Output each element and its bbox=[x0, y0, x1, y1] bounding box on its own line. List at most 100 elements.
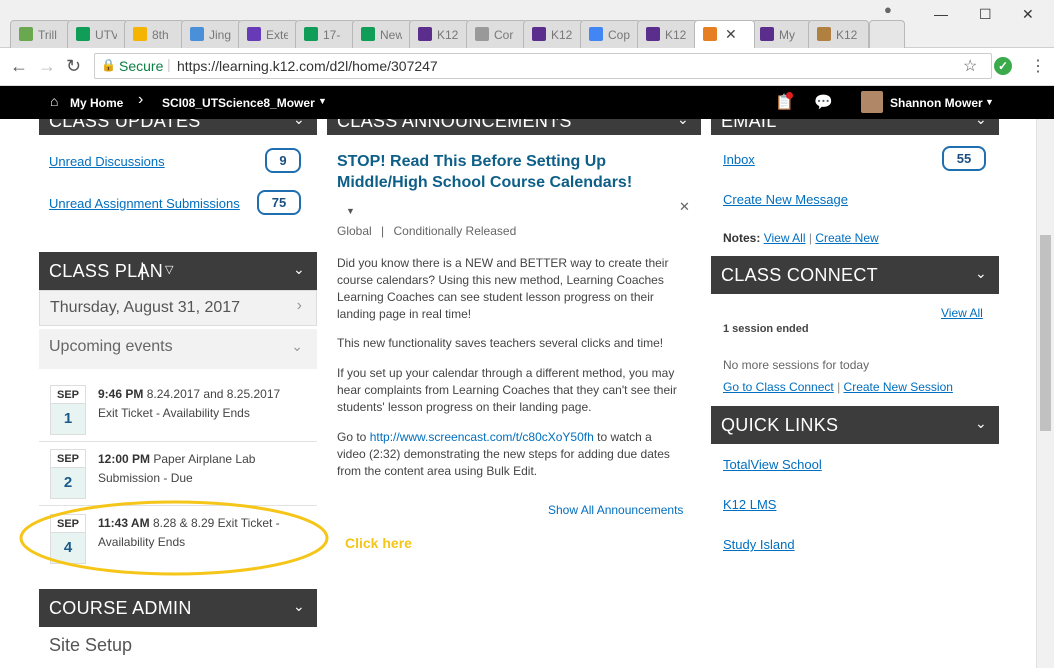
home-icon[interactable]: ⌂ bbox=[50, 93, 58, 109]
chevron-down-icon[interactable]: ⌄ bbox=[293, 261, 305, 278]
announcements-menu-icon[interactable]: ▽ bbox=[553, 119, 562, 122]
tab-title: Cop bbox=[608, 28, 630, 42]
quick-links-title: QUICK LINKS bbox=[721, 415, 839, 435]
chevron-down-icon[interactable]: ⌄ bbox=[677, 119, 689, 128]
dismiss-icon[interactable]: ✕ bbox=[679, 199, 690, 215]
sessions-ended: 1 session ended bbox=[723, 323, 809, 335]
bookmark-star-icon[interactable]: ☆ bbox=[963, 56, 977, 76]
quick-link-totalview[interactable]: TotalView School bbox=[723, 457, 822, 472]
browser-tab[interactable]: 8th bbox=[124, 20, 185, 48]
browser-tab[interactable]: K12 bbox=[808, 20, 869, 48]
meta-release: Conditionally Released bbox=[393, 224, 517, 238]
address-row: ← → ↻ 🔒 Secure | https://learning.k12.co… bbox=[0, 48, 1054, 86]
tab-title: UTV bbox=[95, 28, 117, 42]
browser-tab[interactable]: Exte bbox=[238, 20, 299, 48]
event-item[interactable]: 9:46 PM 8.24.2017 and 8.25.2017 Exit Tic… bbox=[98, 385, 313, 423]
chevron-down-icon[interactable]: ⌄ bbox=[975, 119, 987, 128]
close-tab-icon[interactable]: ✕ bbox=[725, 26, 737, 43]
weebly-icon bbox=[190, 27, 204, 41]
create-session-link[interactable]: Create New Session bbox=[844, 380, 953, 394]
create-message-link[interactable]: Create New Message bbox=[723, 192, 848, 207]
browser-tab[interactable]: K12 bbox=[523, 20, 584, 48]
event-title-line2: Submission - Due bbox=[98, 471, 193, 485]
forward-icon[interactable]: → bbox=[38, 56, 56, 77]
notes-view-all-link[interactable]: View All bbox=[764, 231, 806, 245]
chevron-right-icon[interactable]: › bbox=[297, 297, 302, 315]
chevron-down-icon[interactable]: ⌄ bbox=[975, 265, 987, 282]
scrollbar-thumb[interactable] bbox=[1040, 235, 1051, 431]
show-all-announcements-link[interactable]: Show All Announcements bbox=[548, 503, 683, 517]
tab-title: 8th bbox=[152, 28, 169, 42]
user-dropdown-icon[interactable]: ▼ bbox=[985, 97, 994, 107]
breadcrumb-chevron-icon: › bbox=[138, 91, 144, 108]
highlight-ellipse bbox=[19, 500, 329, 576]
course-selector[interactable]: SCI08_UTScience8_Mower bbox=[162, 96, 315, 110]
browser-tab[interactable]: 17- bbox=[295, 20, 356, 48]
no-more-sessions: No more sessions for today bbox=[723, 358, 870, 372]
k12-icon bbox=[646, 27, 660, 41]
notes-label: Notes: bbox=[723, 231, 761, 245]
class-plan-menu-icon[interactable]: ▽ bbox=[165, 263, 174, 276]
announcement-paragraph-2: This new functionality saves teachers se… bbox=[337, 336, 664, 350]
extension-check-icon[interactable]: ✓ bbox=[994, 57, 1012, 75]
site-setup-label[interactable]: Site Setup bbox=[49, 635, 132, 656]
vertical-scrollbar[interactable] bbox=[1036, 119, 1054, 668]
browser-tab[interactable]: K12 bbox=[637, 20, 698, 48]
profile-icon[interactable]: ● bbox=[884, 2, 892, 17]
tab-title: K12 bbox=[551, 28, 573, 42]
avatar[interactable] bbox=[861, 91, 883, 113]
browser-tab[interactable]: K12 bbox=[409, 20, 470, 48]
browser-tab[interactable]: Trill bbox=[10, 20, 71, 48]
browser-tab[interactable]: Jing bbox=[181, 20, 242, 48]
chevron-down-icon[interactable]: ⌄ bbox=[293, 598, 305, 615]
back-icon[interactable]: ← bbox=[10, 56, 28, 77]
go-to-class-connect-link[interactable]: Go to Class Connect bbox=[723, 380, 834, 394]
page-icon bbox=[475, 27, 489, 41]
chevron-down-icon[interactable]: ⌄ bbox=[293, 119, 305, 128]
inbox-badge[interactable]: 55 bbox=[942, 146, 986, 171]
chevron-down-icon[interactable]: ⌄ bbox=[291, 338, 303, 355]
reload-icon[interactable]: ↻ bbox=[66, 56, 81, 77]
screencast-link[interactable]: http://www.screencast.com/t/c80cXoY50fh bbox=[370, 430, 594, 444]
browser-tab[interactable]: ✕ bbox=[694, 20, 755, 48]
sheets-icon bbox=[76, 27, 90, 41]
user-menu[interactable]: Shannon Mower bbox=[890, 96, 983, 110]
browser-tab[interactable]: New bbox=[352, 20, 413, 48]
inbox-link[interactable]: Inbox bbox=[723, 152, 755, 167]
browser-tab[interactable]: Cop bbox=[580, 20, 641, 48]
my-home-link[interactable]: My Home bbox=[70, 96, 123, 110]
minimize-icon[interactable]: — bbox=[934, 6, 948, 22]
announcements-header: CLASS ANNOUNCEMENTS ▽ ⌄ bbox=[327, 119, 701, 135]
sheets-icon bbox=[361, 27, 375, 41]
tab-title: Jing bbox=[209, 28, 231, 42]
maximize-icon[interactable]: ☐ bbox=[979, 6, 992, 23]
new-tab-button[interactable] bbox=[869, 20, 905, 48]
browser-tab[interactable]: UTV bbox=[67, 20, 128, 48]
event-date-badge: SEP 1 bbox=[50, 385, 86, 435]
event-day: 1 bbox=[63, 410, 73, 427]
browser-tab[interactable]: Cor bbox=[466, 20, 527, 48]
notes-create-new-link[interactable]: Create New bbox=[815, 231, 878, 245]
announcement-menu-icon[interactable]: ▼ bbox=[346, 206, 355, 216]
browser-tab[interactable]: My bbox=[751, 20, 812, 48]
close-window-icon[interactable]: ✕ bbox=[1022, 6, 1034, 23]
announcement-heading[interactable]: STOP! Read This Before Setting Up Middle… bbox=[337, 151, 632, 193]
upcoming-events-bar[interactable]: Upcoming events ⌄ bbox=[39, 329, 317, 369]
class-connect-view-all-link[interactable]: View All bbox=[941, 306, 983, 320]
divider bbox=[39, 441, 317, 442]
class-plan-date-bar[interactable]: Thursday, August 31, 2017 › bbox=[39, 290, 317, 326]
event-item[interactable]: 12:00 PM Paper Airplane Lab Submission -… bbox=[98, 450, 313, 488]
unread-discussions-badge[interactable]: 9 bbox=[265, 148, 301, 173]
unread-discussions-link[interactable]: Unread Discussions bbox=[49, 154, 165, 169]
address-bar[interactable]: 🔒 Secure | https://learning.k12.com/d2l/… bbox=[94, 53, 992, 79]
course-dropdown-icon[interactable]: ▼ bbox=[318, 96, 327, 106]
email-title: EMAIL bbox=[721, 119, 777, 131]
quick-link-study-island[interactable]: Study Island bbox=[723, 537, 795, 552]
menu-icon[interactable]: ⋮ bbox=[1030, 56, 1046, 76]
messages-icon[interactable]: 💬 bbox=[814, 93, 833, 111]
chevron-down-icon[interactable]: ⌄ bbox=[975, 415, 987, 432]
unread-submissions-badge[interactable]: 75 bbox=[257, 190, 301, 215]
event-time: 12:00 PM bbox=[98, 452, 151, 466]
quick-link-k12-lms[interactable]: K12 LMS bbox=[723, 497, 776, 512]
unread-submissions-link[interactable]: Unread Assignment Submissions bbox=[49, 196, 240, 211]
